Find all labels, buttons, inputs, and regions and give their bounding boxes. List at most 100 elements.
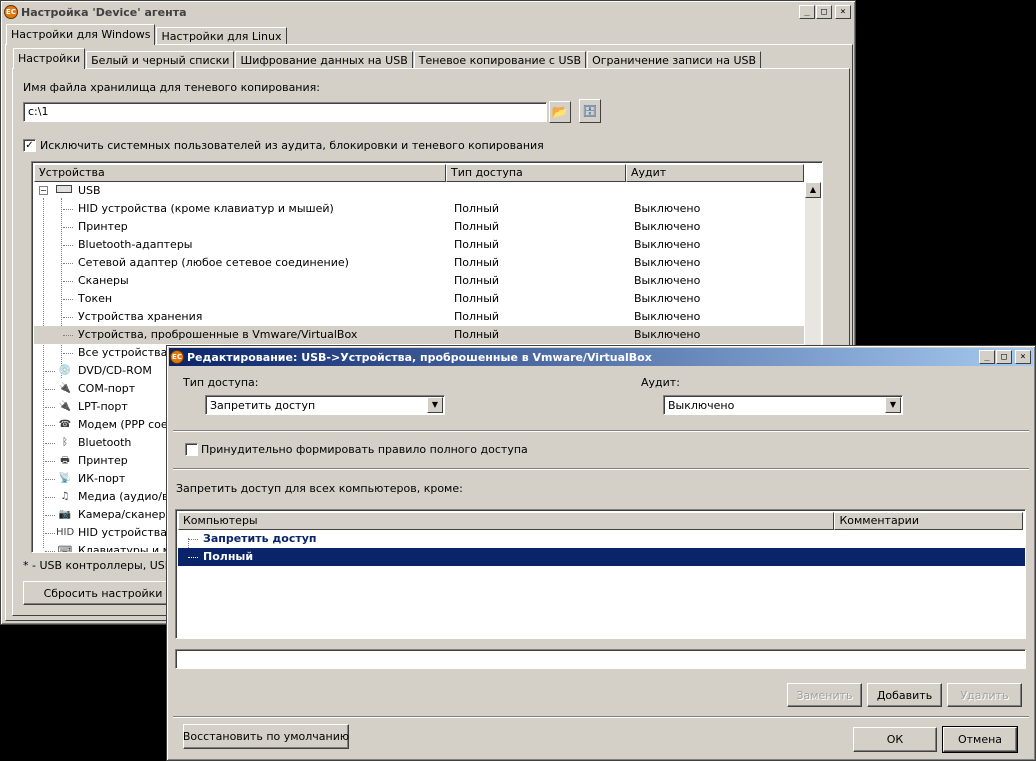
cdrom-icon: 💿 (58, 365, 72, 376)
force-full-access-label: Принудительно формировать правило полног… (201, 443, 528, 456)
computers-list[interactable]: Компьютеры Комментарии Запретить доступ … (175, 509, 1026, 639)
device-name: Камера/сканер (78, 508, 166, 521)
device-name: LPT-порт (78, 400, 128, 413)
storage-path-input[interactable]: c:\1 (23, 102, 547, 122)
device-audit: Выключено (634, 220, 701, 233)
dialog-titlebar[interactable]: EC Редактирование: USB->Устройства, проб… (169, 348, 1033, 366)
lpt-port-icon: 🔌 (58, 401, 72, 412)
collapse-icon[interactable]: − (39, 186, 48, 195)
cancel-button[interactable]: Отмена (942, 726, 1018, 753)
device-audit: Выключено (634, 292, 701, 305)
tab-usb-write-limit[interactable]: Ограничение записи на USB (587, 51, 762, 69)
device-audit: Выключено (634, 328, 701, 341)
dialog-minimize-button[interactable]: _ (979, 350, 995, 364)
audit-select[interactable]: Выключено ▼ (663, 395, 903, 415)
browse-folder-button[interactable]: 📂 (549, 101, 571, 123)
tab-white-black-lists[interactable]: Белый и черный списки (86, 51, 235, 69)
column-header-comments[interactable]: Комментарии (834, 512, 1023, 530)
exclude-system-users-checkbox[interactable]: ✓ (23, 139, 36, 152)
column-header-access-type[interactable]: Тип доступа (446, 164, 626, 182)
device-name: Медиа (аудио/ви (78, 490, 176, 503)
exclude-system-users-label: Исключить системных пользователей из ауд… (40, 139, 544, 152)
tab-usb-shadow-copy[interactable]: Теневое копирование с USB (413, 51, 587, 69)
camera-icon: 📷 (58, 509, 72, 520)
computer-input[interactable] (175, 649, 1026, 669)
app-icon: EC (4, 5, 18, 19)
database-icon: 🗄 (582, 104, 598, 118)
maximize-button[interactable]: □ (816, 5, 832, 19)
replace-button[interactable]: Заменить (787, 683, 862, 707)
device-name: DVD/CD-ROM (78, 364, 152, 377)
device-row[interactable]: Сканеры Полный Выключено (34, 272, 804, 290)
tab-linux-settings[interactable]: Настройки для Linux (156, 27, 287, 45)
device-name: Токен (78, 292, 113, 305)
device-row[interactable]: Bluetooth-адаптеры Полный Выключено (34, 236, 804, 254)
device-access: Полный (454, 220, 500, 233)
device-audit: Выключено (634, 310, 701, 323)
footnote: * - USB контроллеры, USB ко (23, 559, 190, 572)
device-name: Все устройства U (78, 346, 179, 359)
device-name: Устройства, проброшенные в Vmware/Virtua… (78, 328, 358, 341)
tree-item-full[interactable]: Полный (178, 548, 1025, 566)
chevron-down-icon[interactable]: ▼ (885, 397, 901, 413)
close-button[interactable]: × (835, 5, 851, 19)
scroll-up-arrow[interactable]: ▲ (805, 182, 821, 198)
device-name: Устройства хранения (78, 310, 203, 323)
bluetooth-icon: ᛒ (62, 437, 68, 448)
tab-usb-encryption[interactable]: Шифрование данных на USB (235, 51, 413, 69)
storage-label: Имя файла хранилища для теневого копиров… (23, 81, 320, 94)
column-header-audit[interactable]: Аудит (626, 164, 804, 182)
device-audit: Выключено (634, 256, 701, 269)
column-header-computers[interactable]: Компьютеры (178, 512, 835, 530)
dialog-maximize-button[interactable]: □ (996, 350, 1012, 364)
infrared-icon: 📡 (58, 473, 72, 484)
divider (173, 468, 1029, 470)
reset-settings-button[interactable]: Сбросить настройки (23, 581, 183, 605)
tree-node-usb[interactable]: − USB (34, 182, 804, 200)
chevron-down-icon[interactable]: ▼ (427, 397, 443, 413)
device-access: Полный (454, 202, 500, 215)
main-window-title: Настройка 'Device' агента (21, 5, 187, 19)
minimize-button[interactable]: _ (799, 5, 815, 19)
device-name: Bluetooth-адаптеры (78, 238, 193, 251)
device-row[interactable]: Токен Полный Выключено (34, 290, 804, 308)
main-titlebar[interactable]: EC Настройка 'Device' агента _ □ × (3, 3, 853, 21)
restore-defaults-button[interactable]: Восстановить по умолчанию (183, 724, 349, 749)
device-name: Клавиатуры и м (78, 544, 171, 553)
audit-value: Выключено (668, 399, 735, 412)
edit-dialog: EC Редактирование: USB->Устройства, проб… (166, 345, 1036, 761)
device-row[interactable]: Устройства хранения Полный Выключено (34, 308, 804, 326)
modem-icon: ☎ (58, 419, 72, 430)
column-header-devices[interactable]: Устройства (34, 164, 446, 182)
delete-button[interactable]: Удалить (947, 683, 1022, 707)
device-audit: Выключено (634, 238, 701, 251)
device-name: Принтер (78, 220, 128, 233)
printer-icon: 🖶 (60, 455, 70, 466)
access-type-select[interactable]: Запретить доступ ▼ (205, 395, 445, 415)
device-row[interactable]: HID устройства (кроме клавиатур и мышей)… (34, 200, 804, 218)
access-type-value: Запретить доступ (210, 399, 316, 412)
usb-label: USB (78, 184, 101, 197)
dialog-close-button[interactable]: × (1015, 350, 1031, 364)
device-access: Полный (454, 274, 500, 287)
tab-settings[interactable]: Настройки (13, 48, 86, 69)
device-row[interactable]: Устройства, проброшенные в Vmware/Virtua… (34, 326, 804, 344)
add-button[interactable]: Добавить (867, 683, 942, 707)
device-name: Сканеры (78, 274, 129, 287)
device-row[interactable]: Сетевой адаптер (любое сетевое соединени… (34, 254, 804, 272)
dialog-app-icon: EC (170, 350, 184, 364)
device-name: HID устройства (кроме клавиатур и мышей) (78, 202, 334, 215)
device-audit: Выключено (634, 202, 701, 215)
device-row[interactable]: Принтер Полный Выключено (34, 218, 804, 236)
storage-settings-button[interactable]: 🗄 (579, 99, 601, 123)
usb-icon (56, 185, 72, 193)
device-name: ИК-порт (78, 472, 126, 485)
hid-icon: HID (56, 527, 75, 538)
tab-windows-settings[interactable]: Настройки для Windows (6, 24, 156, 45)
force-full-access-checkbox[interactable] (185, 443, 198, 456)
dialog-title: Редактирование: USB->Устройства, проброш… (187, 350, 652, 364)
keyboard-icon: ⌨ (57, 545, 73, 553)
tree-item-deny-access[interactable]: Запретить доступ (178, 530, 1025, 548)
ok-button[interactable]: ОК (853, 727, 937, 752)
device-audit: Выключено (634, 274, 701, 287)
